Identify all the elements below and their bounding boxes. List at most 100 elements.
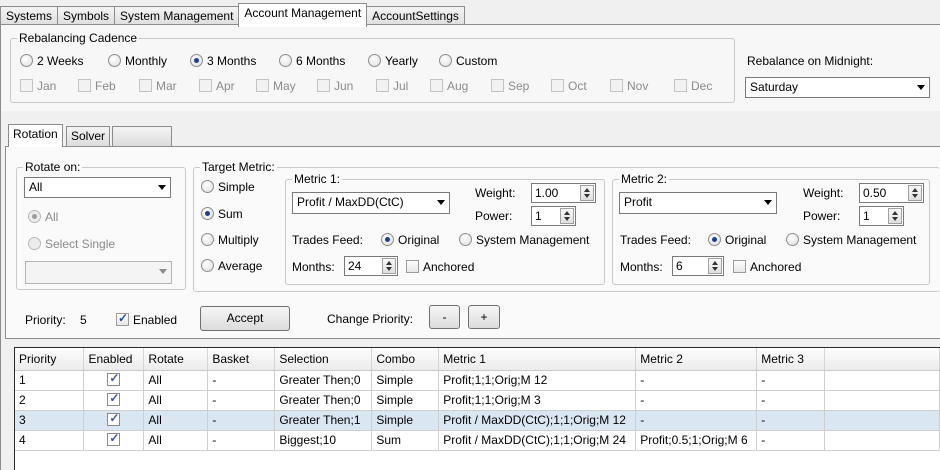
rotate-single-select[interactable] [25,261,172,284]
cadence-2weeks-radio[interactable]: 2 Weeks [20,54,83,68]
column-header[interactable]: Metric 2 [635,348,758,371]
table-row[interactable]: 4 All - Biggest;10 Sum Profit / MaxDD(Ct… [15,430,940,451]
spinner-arrows-icon[interactable] [708,258,722,274]
radio-icon [201,180,214,193]
month-aug-checkbox[interactable]: Aug [430,79,468,93]
rebalancing-cadence-legend: Rebalancing Cadence [19,31,138,45]
tab-rotation[interactable]: Rotation [8,124,63,147]
metric1-select[interactable]: Profit / MaxDD(CtC) [292,192,450,214]
cell-basket: - [207,430,276,451]
spinner-arrows-icon[interactable] [580,185,594,201]
table-row-selected[interactable]: 3 All - Greater Then;1 Simple Profit / M… [15,410,940,431]
metric2-power-spinner[interactable]: 1 [859,206,904,226]
month-oct-checkbox[interactable]: Oct [551,79,587,93]
cell-enabled[interactable] [83,370,145,391]
target-simple-radio[interactable]: Simple [201,180,255,194]
metric2-anchored-checkbox[interactable]: Anchored [733,260,801,274]
cadence-monthly-radio[interactable]: Monthly [108,54,167,68]
spinner-arrows-icon[interactable] [382,258,396,274]
radio-icon [201,233,214,246]
rebalance-midnight-select[interactable]: Saturday [745,77,930,98]
metric2-feed-system-radio[interactable]: System Management [786,233,916,247]
cadence-6months-radio[interactable]: 6 Months [279,54,345,68]
metric1-feed-system-radio[interactable]: System Management [459,233,589,247]
metric2-feed-original-radio[interactable]: Original [708,233,766,247]
month-may-checkbox[interactable]: May [256,79,296,93]
column-header-empty [824,348,940,371]
month-apr-checkbox[interactable]: Apr [199,79,235,93]
cell-metric1: Profit / MaxDD(CtC);1;1;Orig;M 24 [438,430,637,451]
metric1-legend: Metric 1: [294,172,341,186]
checkbox-icon [430,79,443,92]
chevron-down-icon [437,200,445,205]
rotate-all-radio[interactable]: All [28,210,58,224]
month-jul-checkbox[interactable]: Jul [376,79,408,93]
cadence-custom-radio[interactable]: Custom [439,54,497,68]
cell-rotate: All [143,370,209,391]
chevron-down-icon [159,269,167,274]
month-feb-checkbox[interactable]: Feb [78,79,116,93]
cadence-yearly-radio[interactable]: Yearly [368,54,418,68]
radio-icon [28,237,41,250]
radio-icon [279,54,292,67]
metric1-months-spinner[interactable]: 24 [344,256,398,276]
metric1-weight-spinner[interactable]: 1.00 [531,183,596,203]
cell-priority: 3 [15,410,85,431]
tab-unnamed[interactable] [112,126,172,146]
priority-decrease-button[interactable]: - [429,305,460,329]
column-header[interactable]: Basket [207,348,276,371]
cell-empty [824,430,940,451]
table-row[interactable]: 2 All - Greater Then;0 Simple Profit;1;1… [15,390,940,411]
radio-icon [459,233,472,246]
cell-enabled[interactable] [83,410,145,431]
metric1-power-label: Power: [475,209,513,223]
column-header[interactable]: Combo [371,348,440,371]
month-dec-checkbox[interactable]: Dec [674,79,712,93]
rotate-select-single-radio[interactable]: Select Single [28,237,115,251]
cell-priority: 4 [15,430,85,451]
column-header[interactable]: Selection [274,348,373,371]
metric2-months-spinner[interactable]: 6 [672,256,724,276]
cadence-3months-radio[interactable]: 3 Months [190,54,256,68]
accept-button[interactable]: Accept [200,306,290,331]
column-header[interactable]: Enabled [83,348,145,371]
target-average-radio[interactable]: Average [201,259,262,273]
metric2-legend: Metric 2: [621,172,668,186]
spinner-arrows-icon[interactable] [560,208,574,224]
column-header[interactable]: Rotate [143,348,209,371]
cell-enabled[interactable] [83,430,145,451]
checkbox-icon [491,79,504,92]
tab-solver[interactable]: Solver [66,126,111,146]
rebalance-midnight-label: Rebalance on Midnight: [747,54,874,68]
rotate-on-select[interactable]: All [24,177,171,198]
radio-selected-icon [381,233,394,246]
column-header[interactable]: Metric 3 [756,348,826,371]
month-jan-checkbox[interactable]: Jan [20,79,56,93]
month-nov-checkbox[interactable]: Nov [610,79,648,93]
enabled-checkbox[interactable]: Enabled [116,311,177,327]
checkbox-icon [139,79,152,92]
checkbox-icon [610,79,623,92]
target-sum-radio[interactable]: Sum [201,207,243,221]
metric1-power-spinner[interactable]: 1 [531,206,576,226]
metric1-anchored-checkbox[interactable]: Anchored [406,260,474,274]
rotate-on-legend: Rotate on: [25,160,81,174]
month-sep-checkbox[interactable]: Sep [491,79,529,93]
month-jun-checkbox[interactable]: Jun [317,79,353,93]
metric2-select[interactable]: Profit [619,192,777,214]
checkbox-icon [199,79,212,92]
spinner-arrows-icon[interactable] [908,185,922,201]
column-header[interactable]: Priority [15,348,85,371]
table-row[interactable]: 1 All - Greater Then;0 Simple Profit;1;1… [15,370,940,391]
checkbox-icon [551,79,564,92]
target-multiply-radio[interactable]: Multiply [201,233,259,247]
priority-increase-button[interactable]: + [468,305,500,329]
metric2-weight-spinner[interactable]: 0.50 [859,183,924,203]
month-mar-checkbox[interactable]: Mar [139,79,177,93]
spinner-arrows-icon[interactable] [888,208,902,224]
tab-account-management[interactable]: Account Management [238,3,368,27]
cell-enabled[interactable] [83,390,145,411]
column-header[interactable]: Metric 1 [438,348,637,371]
metric1-feed-original-radio[interactable]: Original [381,233,439,247]
cell-basket: - [207,370,276,391]
